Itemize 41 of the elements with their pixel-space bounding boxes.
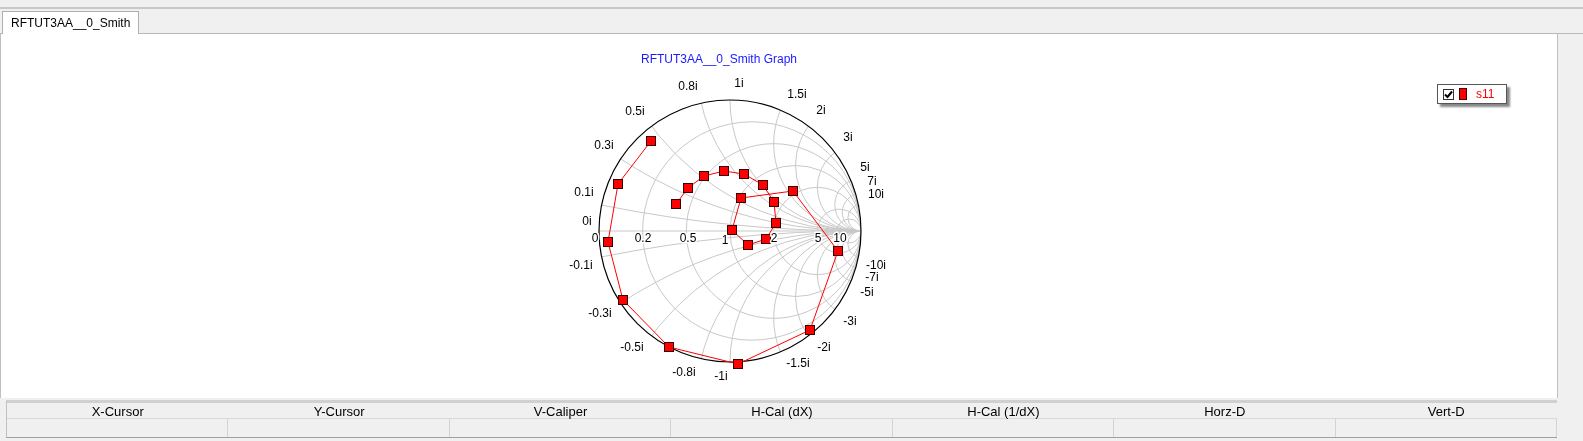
axis-label: 2 — [770, 231, 778, 245]
axis-label: -1.5i — [786, 356, 810, 370]
axis-label: 2i — [816, 103, 826, 117]
column-header: Y-Cursor — [228, 403, 450, 419]
axis-label: 5i — [860, 160, 870, 174]
axis-label: 0.1i — [574, 185, 594, 199]
axis-label: 3i — [843, 130, 853, 144]
column-header: H-Cal (dX) — [671, 403, 893, 419]
axis-label: 10 — [833, 231, 847, 245]
chart-title: RFTUT3AA__0_Smith Graph — [640, 52, 798, 66]
axis-label: -0.8i — [672, 365, 696, 379]
column-header: X-Cursor — [7, 403, 229, 419]
axis-label: -7i — [865, 270, 879, 284]
checkbox[interactable] — [1443, 88, 1454, 100]
axis-label: 1.5i — [787, 87, 807, 101]
axis-label: 1 — [721, 233, 729, 247]
axis-label: 0.8i — [678, 79, 698, 93]
axis-label: 7i — [867, 174, 877, 188]
axis-label: 0.5 — [679, 231, 697, 245]
axis-label: 10i — [868, 187, 884, 201]
tab[interactable]: RFTUT3AA__0_Smith — [2, 11, 140, 34]
column-header: H-Cal (1/dX) — [892, 403, 1115, 419]
axis-label: -10i — [866, 258, 886, 272]
axis-label: -1i — [714, 369, 728, 383]
column-header: V-Caliper — [449, 403, 672, 419]
column-header: Vert-D — [1335, 403, 1557, 419]
axis-label: -0.5i — [620, 340, 644, 354]
axis-label: -5i — [860, 285, 874, 299]
axis-label: 0.5i — [625, 104, 645, 118]
axis-label: -0.1i — [569, 258, 593, 272]
legend-label: s11 — [1476, 87, 1495, 101]
axis-label: 0 — [591, 231, 599, 245]
axis-label: 0.3i — [594, 138, 614, 152]
axis-label: 1i — [734, 76, 744, 90]
axis-label: 5 — [814, 231, 822, 245]
axis-label: -3i — [843, 314, 857, 328]
axis-label: 0i — [582, 214, 592, 228]
axis-label: -0.3i — [588, 306, 612, 320]
column-header: Horz-D — [1114, 403, 1336, 419]
axis-label: -2i — [817, 340, 831, 354]
axis-label: 0.2 — [634, 231, 652, 245]
